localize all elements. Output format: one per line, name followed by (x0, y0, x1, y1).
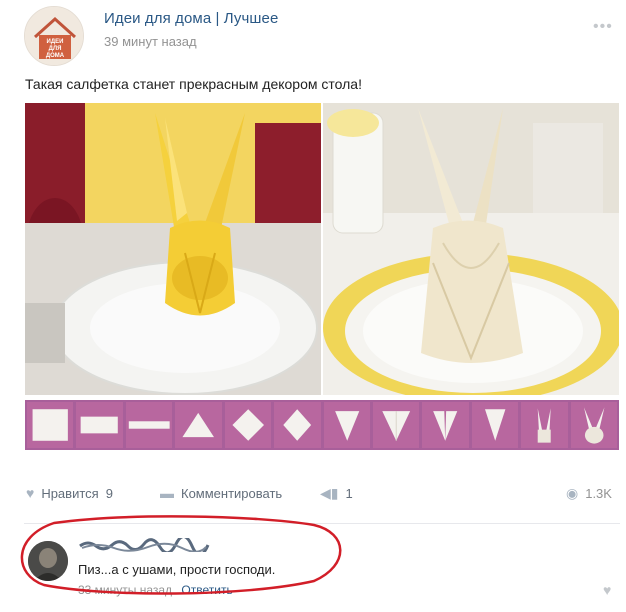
comment-time[interactable]: 33 минуты назад (78, 583, 172, 597)
fold-step-5 (224, 402, 272, 448)
comment-button[interactable]: ▬ Комментировать (160, 485, 282, 501)
more-dots-icon[interactable]: ••• (593, 18, 613, 36)
fold-step-4 (175, 402, 222, 448)
comment-label: Комментировать (181, 485, 283, 501)
fold-step-11 (521, 402, 568, 448)
fold-step-6 (274, 402, 321, 448)
megaphone-icon: ◀▮ (320, 485, 339, 501)
fold-step-3 (125, 402, 173, 448)
share-count: 1 (345, 486, 353, 501)
avatar-text-3: ДОМА (46, 53, 65, 59)
group-avatar[interactable]: ИДЕИ ДЛЯ ДОМА (24, 6, 84, 66)
comment-item: Пиз...а с ушами, прости господи. 33 мину… (0, 530, 626, 612)
group-name-link[interactable]: Идеи для дома | Лучшее (104, 10, 278, 27)
comment-heart-icon[interactable]: ♥ (603, 582, 611, 598)
photo-yellow-bunny-napkin[interactable] (25, 103, 321, 395)
reply-link[interactable]: Ответить (181, 583, 232, 597)
avatar-text-2: ДЛЯ (49, 46, 62, 52)
fold-step-9 (422, 402, 469, 448)
fold-step-12 (570, 402, 618, 448)
post-text: Такая салфетка станет прекрасным декором… (25, 76, 362, 92)
share-button[interactable]: ◀▮ 1 (320, 485, 353, 502)
comment-icon: ▬ (160, 485, 174, 501)
comment-text: Пиз...а с ушами, прости господи. (78, 562, 276, 577)
post-actions-bar: ♥ Нравится 9 ▬ Комментировать ◀▮ 1 ◉ 1.3… (0, 485, 626, 515)
fold-step-10 (471, 402, 519, 448)
post-time[interactable]: 39 минут назад (104, 34, 197, 49)
like-button[interactable]: ♥ Нравится 9 (26, 485, 113, 501)
fold-step-8 (372, 402, 420, 448)
heart-icon: ♥ (26, 485, 35, 501)
fold-step-2 (76, 402, 123, 448)
views-count: 1.3K (585, 486, 612, 501)
eye-icon: ◉ (566, 485, 579, 501)
commenter-avatar[interactable] (28, 541, 68, 581)
fold-step-1 (27, 402, 74, 448)
house-logo-icon: ИДЕИ ДЛЯ ДОМА (25, 7, 83, 65)
photo-cream-bunny-napkin[interactable] (323, 103, 619, 395)
folding-steps-strip[interactable] (25, 400, 619, 450)
wall-post: ИДЕИ ДЛЯ ДОМА Идеи для дома | Лучшее 39 … (0, 0, 626, 612)
like-count: 9 (105, 485, 113, 501)
fold-step-7 (323, 402, 370, 448)
comments-divider (24, 523, 620, 524)
commenter-name-scribbled[interactable] (78, 535, 210, 557)
avatar-text-1: ИДЕИ (47, 39, 64, 45)
views-counter: ◉ 1.3K (566, 485, 612, 502)
comment-meta: 33 минуты назад Ответить (78, 583, 233, 597)
like-label: Нравится (41, 485, 99, 501)
